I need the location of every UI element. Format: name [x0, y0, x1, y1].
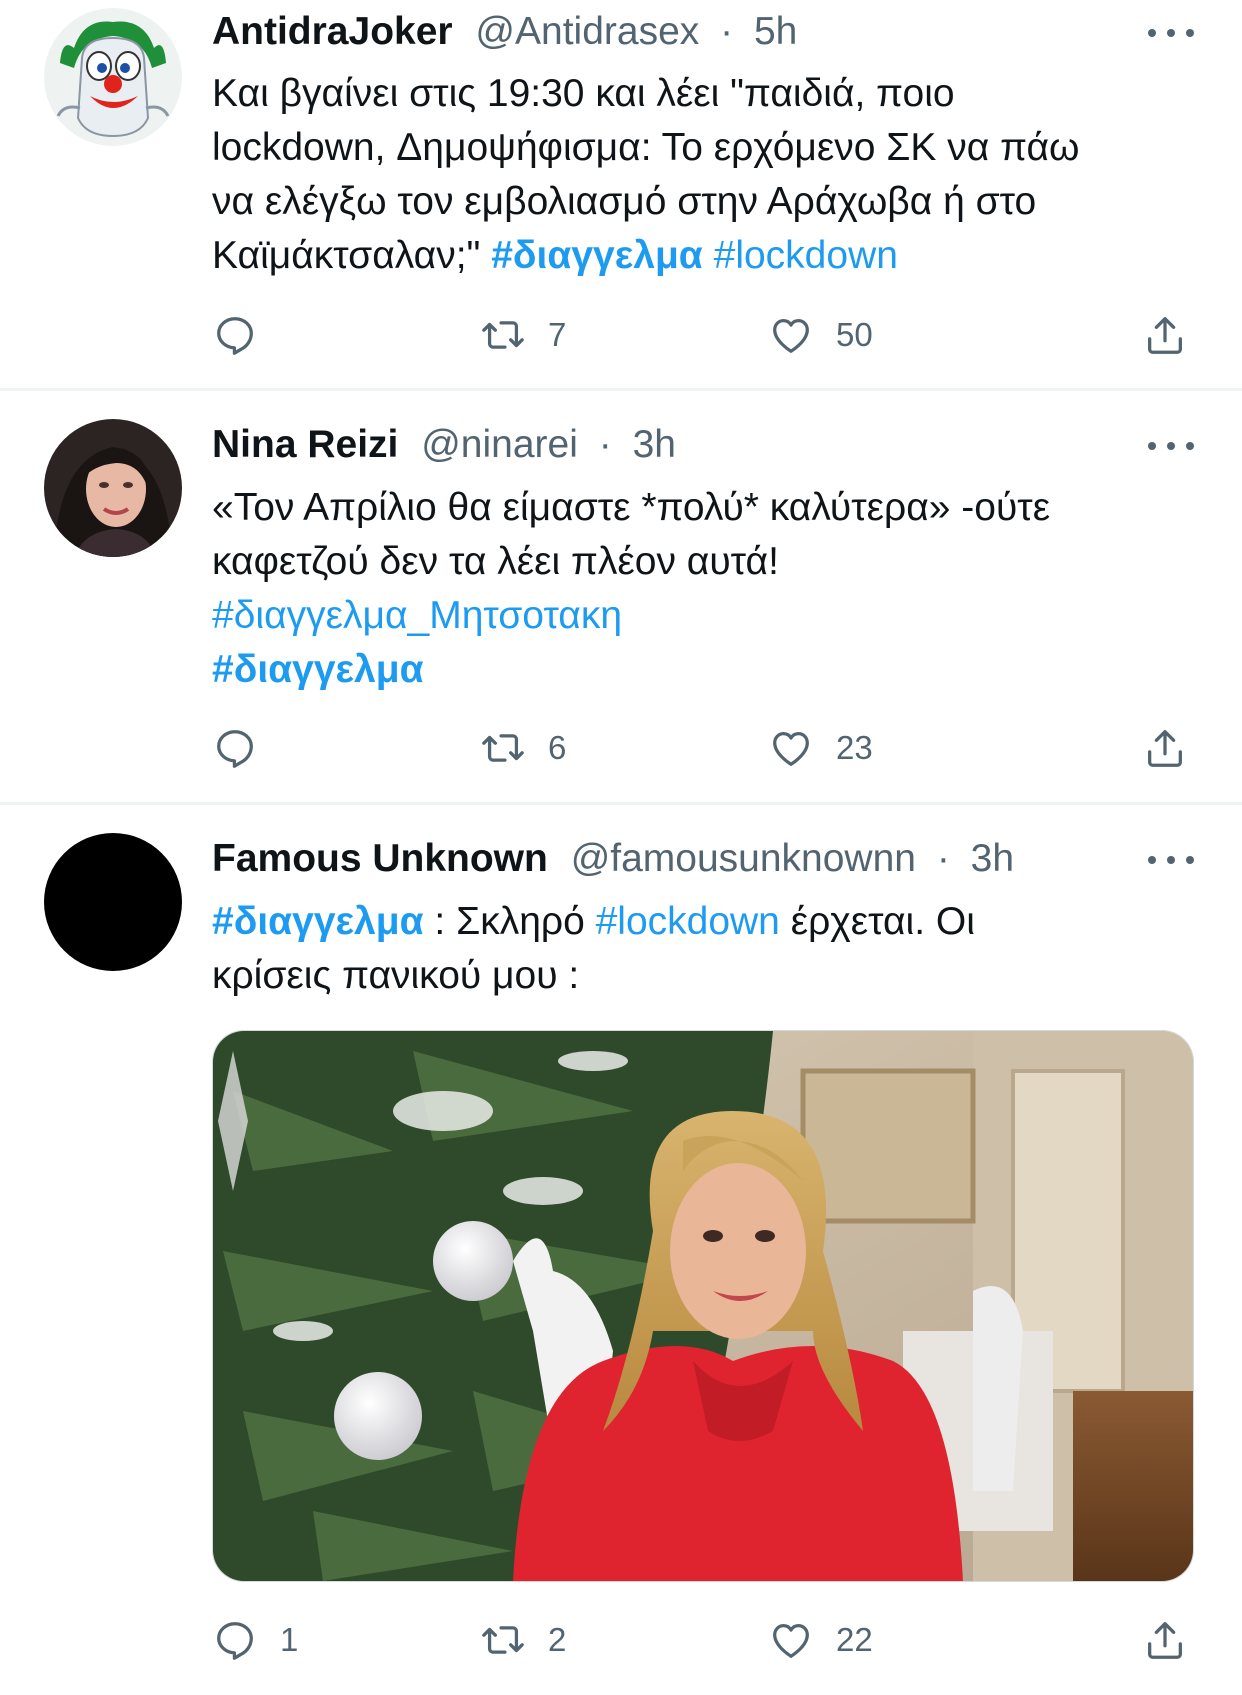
- display-name[interactable]: Nina Reizi: [212, 423, 398, 466]
- tweet[interactable]: Famous Unknown @famousunknownn · 3h #δια…: [0, 805, 1242, 1695]
- share-button[interactable]: [1142, 723, 1188, 773]
- user-handle[interactable]: @Antidrasex: [475, 10, 699, 53]
- portrait-avatar[interactable]: [44, 419, 182, 557]
- tweet-actions: 1 2 22: [212, 1615, 1202, 1665]
- like-count: 50: [836, 316, 873, 353]
- like-button[interactable]: 22: [768, 1615, 873, 1665]
- share-icon: [1148, 1622, 1182, 1659]
- hashtag-link[interactable]: #διαγγελμα: [491, 234, 703, 277]
- tweet-photo[interactable]: [212, 1030, 1194, 1582]
- tweet-text: «Τον Απρίλιο θα είμαστε *πολύ* καλύτερα»…: [212, 481, 1212, 697]
- tweet-text-segment: Καϊμάκτσαλαν;": [212, 234, 492, 277]
- separator-dot: ·: [598, 423, 612, 466]
- like-count: 23: [836, 729, 873, 766]
- tweet-header: Famous Unknown @famousunknownn · 3h: [212, 837, 1014, 881]
- timestamp[interactable]: 3h: [971, 837, 1014, 880]
- more-icon[interactable]: [1148, 850, 1194, 870]
- hashtag-link[interactable]: #διαγγελμα_Μητσοτακη: [212, 589, 1212, 643]
- retweet-count: 6: [548, 729, 567, 766]
- reply-count: 1: [280, 1621, 299, 1658]
- share-icon: [1148, 317, 1182, 354]
- reply-button[interactable]: [212, 723, 280, 773]
- retweet-icon: [482, 734, 524, 762]
- like-button[interactable]: 23: [768, 723, 873, 773]
- retweet-button[interactable]: 6: [480, 723, 566, 773]
- tweet-header: Nina Reizi @ninarei · 3h: [212, 423, 676, 467]
- like-icon: [773, 731, 809, 766]
- tweet-header: AntidraJoker @Antidrasex · 5h: [212, 10, 797, 54]
- tweet-text-line: lockdown, Δημοψήφισμα: Το ερχόμενο ΣΚ να…: [212, 126, 1080, 169]
- retweet-count: 2: [548, 1621, 567, 1658]
- tweet-text-line: να ελέγξω τον εμβολιασμό στην Αράχωβα ή …: [212, 180, 1037, 223]
- separator-dot: ·: [936, 837, 950, 880]
- tweet-text-line: Και βγαίνει στις 19:30 και λέει "παιδιά,…: [212, 72, 955, 115]
- like-count: 22: [836, 1621, 873, 1658]
- timestamp[interactable]: 5h: [754, 10, 797, 53]
- retweet-button[interactable]: 2: [480, 1615, 566, 1665]
- photo-image: [213, 1031, 1193, 1581]
- hashtag-link[interactable]: #διαγγελμα: [212, 900, 424, 943]
- timestamp[interactable]: 3h: [633, 423, 676, 466]
- reply-icon: [217, 730, 253, 768]
- tweet[interactable]: AntidraJoker @Antidrasex · 5h Και βγαίνε…: [0, 0, 1242, 390]
- retweet-button[interactable]: 7: [480, 310, 566, 360]
- share-button[interactable]: [1142, 310, 1188, 360]
- retweet-icon: [482, 321, 524, 349]
- like-icon: [773, 318, 809, 353]
- tweet-text-line: καφετζού δεν τα λέει πλέον αυτά!: [212, 540, 779, 583]
- like-button[interactable]: 50: [768, 310, 873, 360]
- display-name[interactable]: Famous Unknown: [212, 837, 548, 880]
- tweet-actions: 6 23: [212, 723, 1202, 773]
- tweet-actions: 7 50: [212, 310, 1202, 360]
- tweet-text-line: «Τον Απρίλιο θα είμαστε *πολύ* καλύτερα»…: [212, 486, 1051, 529]
- reply-button[interactable]: 1: [212, 1615, 298, 1665]
- more-icon[interactable]: [1148, 436, 1194, 456]
- share-button[interactable]: [1142, 1615, 1188, 1665]
- tweet-text-line: #διαγγελμα : Σκληρό #lockdown έρχεται. Ο…: [212, 895, 1212, 949]
- user-handle[interactable]: @ninarei: [421, 423, 578, 466]
- reply-button[interactable]: [212, 310, 280, 360]
- separator-dot: ·: [720, 10, 734, 53]
- tweet-text-segment: έρχεται. Οι: [779, 900, 975, 943]
- tweet[interactable]: Nina Reizi @ninarei · 3h «Τον Απρίλιο θα…: [0, 391, 1242, 804]
- hashtag-link[interactable]: #lockdown: [596, 900, 780, 943]
- hashtag-link[interactable]: #διαγγελμα: [212, 643, 1212, 697]
- reply-icon: [217, 317, 253, 355]
- black-avatar[interactable]: [44, 833, 182, 971]
- hashtag-link[interactable]: #lockdown: [714, 234, 898, 277]
- more-icon[interactable]: [1148, 23, 1194, 43]
- tweet-text-line: Καϊμάκτσαλαν;" #διαγγελμα #lockdown: [212, 229, 1212, 283]
- reply-icon: [217, 1622, 253, 1660]
- tweet-text: #διαγγελμα : Σκληρό #lockdown έρχεται. Ο…: [212, 895, 1212, 1003]
- like-icon: [773, 1623, 809, 1658]
- display-name[interactable]: AntidraJoker: [212, 10, 453, 53]
- retweet-count: 7: [548, 316, 567, 353]
- user-handle[interactable]: @famousunknownn: [571, 837, 916, 880]
- tweet-text-segment: : Σκληρό: [423, 900, 596, 943]
- share-icon: [1148, 730, 1182, 767]
- tweet-text-line: κρίσεις πανικού μου :: [212, 954, 580, 997]
- retweet-icon: [482, 1626, 524, 1654]
- tweet-text: Και βγαίνει στις 19:30 και λέει "παιδιά,…: [212, 67, 1212, 283]
- joker-avatar[interactable]: [44, 8, 182, 146]
